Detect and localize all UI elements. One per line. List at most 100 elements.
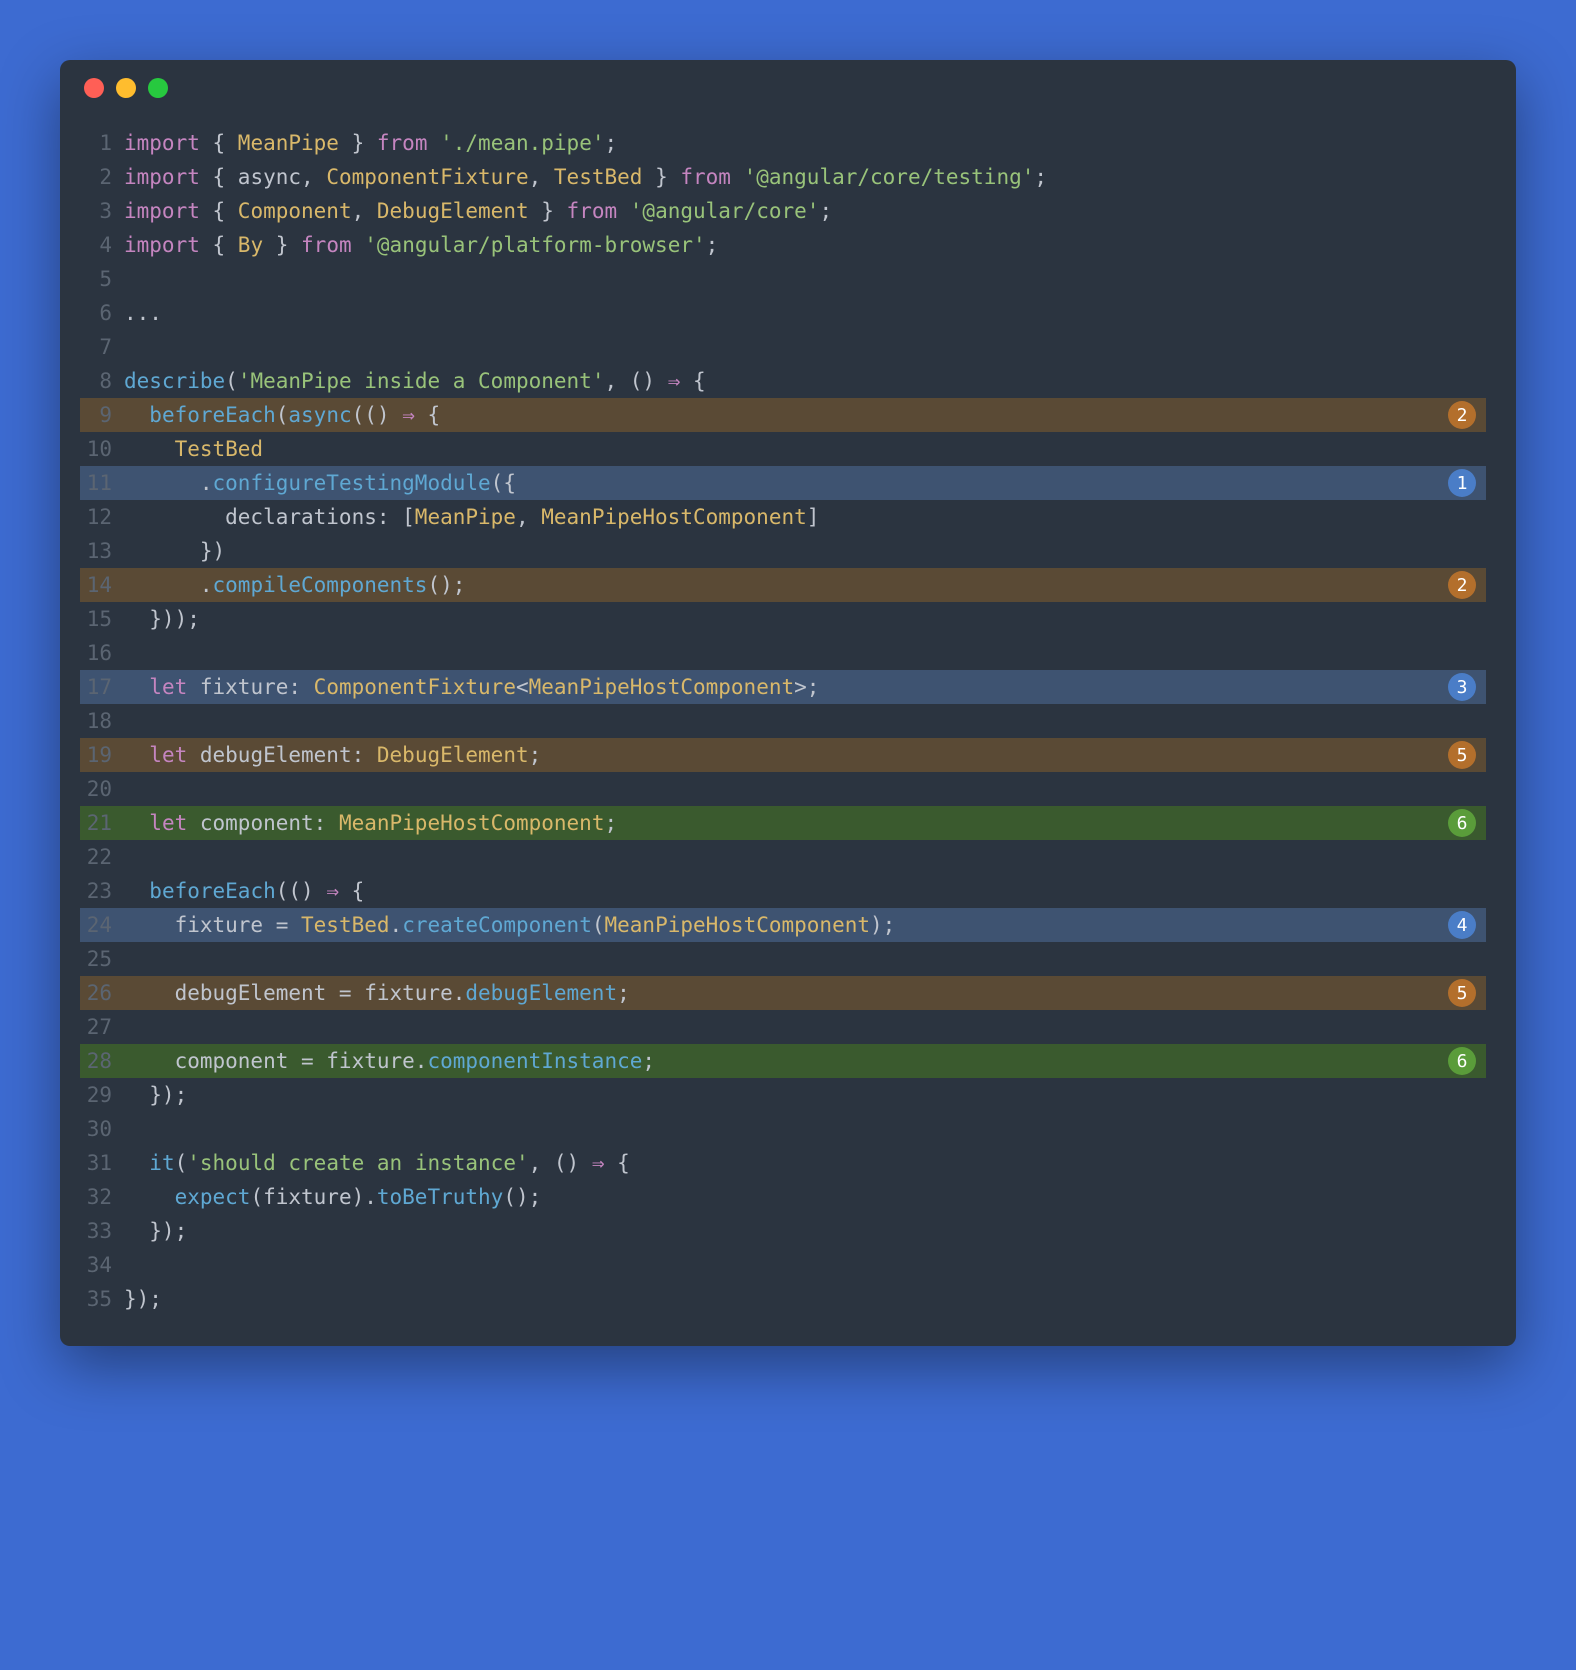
code-line-content: beforeEach(() ⇒ { <box>124 879 1486 903</box>
code-window: 1import { MeanPipe } from './mean.pipe';… <box>60 60 1516 1346</box>
code-line: 14 .compileComponents();2 <box>80 568 1486 602</box>
line-number: 23 <box>80 879 124 903</box>
annotation-badge: 3 <box>1448 673 1476 701</box>
code-line-content: }); <box>124 1219 1486 1243</box>
line-number: 25 <box>80 947 124 971</box>
code-line: 15 })); <box>80 602 1486 636</box>
annotation-badge: 2 <box>1448 571 1476 599</box>
line-number: 30 <box>80 1117 124 1141</box>
line-number: 18 <box>80 709 124 733</box>
code-line: 10 TestBed <box>80 432 1486 466</box>
code-line: 31 it('should create an instance', () ⇒ … <box>80 1146 1486 1180</box>
line-number: 7 <box>80 335 124 359</box>
line-number: 4 <box>80 233 124 257</box>
code-line-content: declarations: [MeanPipe, MeanPipeHostCom… <box>124 505 1486 529</box>
code-line: 26 debugElement = fixture.debugElement;5 <box>80 976 1486 1010</box>
line-number: 9 <box>80 403 124 427</box>
code-line: 16 <box>80 636 1486 670</box>
code-line: 4import { By } from '@angular/platform-b… <box>80 228 1486 262</box>
line-number: 16 <box>80 641 124 665</box>
line-number: 34 <box>80 1253 124 1277</box>
code-line: 3import { Component, DebugElement } from… <box>80 194 1486 228</box>
line-number: 6 <box>80 301 124 325</box>
line-number: 28 <box>80 1049 124 1073</box>
code-line: 34 <box>80 1248 1486 1282</box>
code-line-content: }); <box>124 1083 1486 1107</box>
code-line: 18 <box>80 704 1486 738</box>
line-number: 8 <box>80 369 124 393</box>
code-line-content: let fixture: ComponentFixture<MeanPipeHo… <box>124 675 1486 699</box>
code-line-content: TestBed <box>124 437 1486 461</box>
code-line: 17 let fixture: ComponentFixture<MeanPip… <box>80 670 1486 704</box>
line-number: 27 <box>80 1015 124 1039</box>
code-line-content: it('should create an instance', () ⇒ { <box>124 1151 1486 1175</box>
annotation-badge: 4 <box>1448 911 1476 939</box>
line-number: 22 <box>80 845 124 869</box>
code-line-content: describe('MeanPipe inside a Component', … <box>124 369 1486 393</box>
line-number: 32 <box>80 1185 124 1209</box>
line-number: 13 <box>80 539 124 563</box>
code-line: 28 component = fixture.componentInstance… <box>80 1044 1486 1078</box>
line-number: 15 <box>80 607 124 631</box>
code-line: 27 <box>80 1010 1486 1044</box>
line-number: 11 <box>80 471 124 495</box>
code-line: 35}); <box>80 1282 1486 1316</box>
code-line: 25 <box>80 942 1486 976</box>
line-number: 17 <box>80 675 124 699</box>
code-line: 11 .configureTestingModule({1 <box>80 466 1486 500</box>
code-line-content: expect(fixture).toBeTruthy(); <box>124 1185 1486 1209</box>
annotation-badge: 6 <box>1448 809 1476 837</box>
code-line-content: }) <box>124 539 1486 563</box>
line-number: 33 <box>80 1219 124 1243</box>
line-number: 2 <box>80 165 124 189</box>
line-number: 29 <box>80 1083 124 1107</box>
code-line: 29 }); <box>80 1078 1486 1112</box>
code-line-content: fixture = TestBed.createComponent(MeanPi… <box>124 913 1486 937</box>
code-line-content: }); <box>124 1287 1486 1311</box>
close-icon[interactable] <box>84 78 104 98</box>
minimize-icon[interactable] <box>116 78 136 98</box>
code-line: 7 <box>80 330 1486 364</box>
line-number: 12 <box>80 505 124 529</box>
line-number: 20 <box>80 777 124 801</box>
line-number: 19 <box>80 743 124 767</box>
annotation-badge: 5 <box>1448 741 1476 769</box>
line-number: 1 <box>80 131 124 155</box>
annotation-badge: 2 <box>1448 401 1476 429</box>
code-editor[interactable]: 1import { MeanPipe } from './mean.pipe';… <box>60 116 1516 1346</box>
code-line-content: let component: MeanPipeHostComponent; <box>124 811 1486 835</box>
code-line-content: })); <box>124 607 1486 631</box>
maximize-icon[interactable] <box>148 78 168 98</box>
code-line-content: ... <box>124 301 1486 325</box>
code-line: 9 beforeEach(async(() ⇒ {2 <box>80 398 1486 432</box>
code-line: 22 <box>80 840 1486 874</box>
code-line: 24 fixture = TestBed.createComponent(Mea… <box>80 908 1486 942</box>
code-line-content: .compileComponents(); <box>124 573 1486 597</box>
code-line: 32 expect(fixture).toBeTruthy(); <box>80 1180 1486 1214</box>
code-line: 30 <box>80 1112 1486 1146</box>
code-line-content: beforeEach(async(() ⇒ { <box>124 403 1486 427</box>
code-line: 19 let debugElement: DebugElement;5 <box>80 738 1486 772</box>
code-line: 1import { MeanPipe } from './mean.pipe'; <box>80 126 1486 160</box>
annotation-badge: 5 <box>1448 979 1476 1007</box>
line-number: 3 <box>80 199 124 223</box>
code-line: 21 let component: MeanPipeHostComponent;… <box>80 806 1486 840</box>
code-line-content: import { async, ComponentFixture, TestBe… <box>124 165 1486 189</box>
annotation-badge: 6 <box>1448 1047 1476 1075</box>
code-line: 13 }) <box>80 534 1486 568</box>
window-titlebar <box>60 60 1516 116</box>
code-line: 2import { async, ComponentFixture, TestB… <box>80 160 1486 194</box>
line-number: 24 <box>80 913 124 937</box>
code-line-content: import { By } from '@angular/platform-br… <box>124 233 1486 257</box>
annotation-badge: 1 <box>1448 469 1476 497</box>
code-line: 23 beforeEach(() ⇒ { <box>80 874 1486 908</box>
line-number: 31 <box>80 1151 124 1175</box>
line-number: 14 <box>80 573 124 597</box>
line-number: 10 <box>80 437 124 461</box>
code-line: 8describe('MeanPipe inside a Component',… <box>80 364 1486 398</box>
line-number: 26 <box>80 981 124 1005</box>
line-number: 21 <box>80 811 124 835</box>
code-line: 5 <box>80 262 1486 296</box>
code-line: 6... <box>80 296 1486 330</box>
code-line: 33 }); <box>80 1214 1486 1248</box>
